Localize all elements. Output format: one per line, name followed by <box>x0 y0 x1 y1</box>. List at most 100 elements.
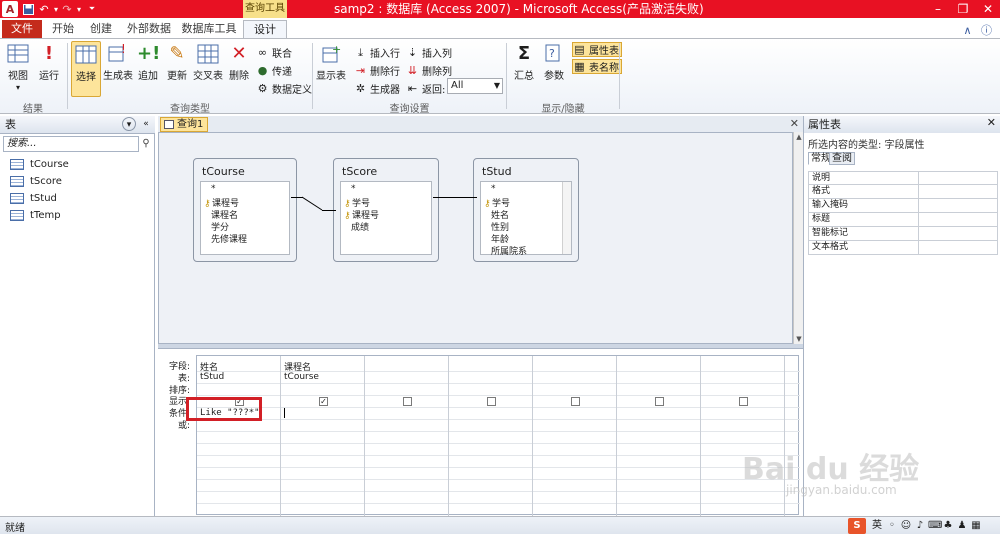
collapse-pane-icon[interactable]: « <box>139 117 153 131</box>
nav-menu-chevron-icon[interactable]: ▾ <box>122 117 136 131</box>
parameters-button[interactable]: ? 参数 <box>541 43 567 82</box>
property-row[interactable]: 标题 <box>808 213 998 227</box>
tab-external-data[interactable]: 外部数据 <box>124 20 174 38</box>
close-property-sheet-icon[interactable]: ✕ <box>987 116 996 129</box>
show-checkbox[interactable] <box>487 397 496 406</box>
delete-query-button[interactable]: ✕ 删除 <box>227 43 251 82</box>
show-checkbox[interactable] <box>403 397 412 406</box>
delete-columns-button[interactable]: ⇊ 删除列 <box>406 63 452 78</box>
view-button[interactable]: 视图 ▾ <box>4 43 32 93</box>
tools-icon[interactable]: ▦ <box>970 518 982 534</box>
insert-columns-button[interactable]: ⇣ 插入列 <box>406 45 452 60</box>
show-checkbox[interactable] <box>655 397 664 406</box>
datasheet-view-icon <box>7 43 29 65</box>
totals-button[interactable]: Σ 汇总 <box>511 43 537 82</box>
crosstab-button[interactable]: 交叉表 <box>193 43 223 82</box>
nav-item-tstud[interactable]: tStud <box>10 190 57 206</box>
field-list[interactable]: * ⚷课程号 课程名 学分 先修课程 <box>200 181 290 255</box>
skin-icon[interactable]: ♣ <box>942 518 954 534</box>
table-cell[interactable]: tCourse <box>284 372 319 382</box>
nav-search-input[interactable]: 搜索... <box>3 136 139 152</box>
keyboard-icon[interactable]: ⌨ <box>928 518 942 534</box>
microphone-icon[interactable]: ♪ <box>914 518 926 534</box>
join-line[interactable] <box>433 197 477 198</box>
ime-language[interactable]: 英 <box>870 518 884 534</box>
field-item[interactable]: 先修课程 <box>211 232 247 245</box>
field-item[interactable]: 所属院系 <box>491 244 527 257</box>
property-row[interactable]: 输入掩码 <box>808 199 998 213</box>
close-document-icon[interactable]: ✕ <box>790 117 799 130</box>
property-row[interactable]: 说明 <box>808 171 998 185</box>
tab-design[interactable]: 设计 <box>243 20 287 38</box>
union-button[interactable]: ∞ 联合 <box>256 45 292 60</box>
tab-file[interactable]: 文件 <box>2 20 42 38</box>
tab-query1[interactable]: 查询1 <box>160 117 208 132</box>
nav-pane-header[interactable]: 表 ▾ « <box>0 116 155 134</box>
field-list[interactable]: * ⚷学号 姓名 性别 年龄 所属院系 <box>480 181 572 257</box>
customize-toolbar-icon[interactable]: ⏷ <box>85 1 99 17</box>
select-query-button[interactable]: 选择 <box>71 41 101 97</box>
show-checkbox[interactable]: ✓ <box>319 397 328 406</box>
ribbon-collapse-icon[interactable]: ∧ <box>963 24 971 37</box>
field-list[interactable]: * ⚷学号 ⚷课程号 成绩 <box>340 181 432 255</box>
join-line[interactable] <box>302 196 324 212</box>
insert-rows-button[interactable]: ⤓ 插入行 <box>354 45 400 61</box>
nav-item-tcourse[interactable]: tCourse <box>10 156 69 172</box>
field-all[interactable]: * <box>491 184 496 194</box>
append-button[interactable]: +! 追加 <box>136 43 160 82</box>
diagram-vertical-scrollbar[interactable]: ▲ ▼ <box>793 132 803 344</box>
property-row[interactable]: 智能标记 <box>808 227 998 241</box>
table-diagram-area[interactable]: tCourse * ⚷课程号 课程名 学分 先修课程 tScore * ⚷学号 … <box>158 132 793 344</box>
minimize-icon[interactable]: – <box>926 0 950 18</box>
property-row[interactable]: 格式 <box>808 185 998 199</box>
grid-column-3[interactable] <box>365 356 449 516</box>
property-grid[interactable]: 说明 格式 输入掩码 标题 智能标记 文本格式 <box>808 171 998 255</box>
field-all[interactable]: * <box>211 184 216 194</box>
field-all[interactable]: * <box>351 184 356 194</box>
punctuation-icon[interactable]: ◦ <box>886 518 898 534</box>
nav-item-ttemp[interactable]: tTemp <box>10 207 61 223</box>
table-icon <box>10 192 24 204</box>
save-icon[interactable] <box>21 1 35 17</box>
field-list-scrollbar[interactable] <box>562 182 571 254</box>
pass-through-button[interactable]: ● 传递 <box>256 63 292 78</box>
table-cell[interactable]: tStud <box>200 372 224 382</box>
make-table-button[interactable]: ! 生成表 <box>103 42 133 82</box>
restore-icon[interactable]: ❐ <box>951 0 975 18</box>
return-select[interactable]: All ▼ <box>447 78 503 94</box>
show-checkbox[interactable] <box>571 397 580 406</box>
field-item[interactable]: 成绩 <box>351 220 369 233</box>
tab-database-tools[interactable]: 数据库工具 <box>180 20 238 38</box>
tab-home[interactable]: 开始 <box>48 20 78 38</box>
table-box-tstud[interactable]: tStud * ⚷学号 姓名 性别 年龄 所属院系 <box>473 158 579 262</box>
update-button[interactable]: ✎ 更新 <box>165 43 189 82</box>
delete-rows-button[interactable]: ⇥ 删除行 <box>354 63 400 78</box>
access-app-icon[interactable]: A <box>2 1 18 17</box>
grid-column-4[interactable] <box>449 356 533 516</box>
close-icon[interactable]: ✕ <box>976 0 1000 18</box>
grid-column-5[interactable] <box>533 356 617 516</box>
query-design-grid[interactable]: 姓名 tStud 课程名 tCourse ✓ ✓ Like "???*" <box>196 355 800 516</box>
table-names-button[interactable]: ▦ 表名称 <box>572 59 622 74</box>
run-button[interactable]: ! 运行 <box>36 43 62 82</box>
shirt-icon[interactable]: ♟ <box>956 518 968 534</box>
search-icon[interactable]: ⚲ <box>140 136 152 152</box>
data-definition-button[interactable]: ⚙ 数据定义 <box>256 81 312 96</box>
emoji-icon[interactable]: ☺ <box>900 518 912 534</box>
nav-item-tscore[interactable]: tScore <box>10 173 62 189</box>
table-box-tcourse[interactable]: tCourse * ⚷课程号 课程名 学分 先修课程 <box>193 158 297 262</box>
redo-dropdown-icon[interactable]: ▾ <box>72 1 86 17</box>
show-checkbox[interactable] <box>739 397 748 406</box>
sogou-ime-icon[interactable]: S <box>848 518 866 534</box>
help-icon[interactable]: ⓘ <box>981 24 992 37</box>
property-row[interactable]: 文本格式 <box>808 241 998 255</box>
table-box-tscore[interactable]: tScore * ⚷学号 ⚷课程号 成绩 <box>333 158 439 262</box>
builder-button[interactable]: ✲ 生成器 <box>354 81 400 96</box>
property-sheet-button[interactable]: ▤ 属性表 <box>572 42 622 57</box>
grid-column-7[interactable] <box>701 356 785 516</box>
show-table-button[interactable]: + 显示表 <box>316 43 346 82</box>
join-line[interactable] <box>322 210 336 211</box>
grid-column-6[interactable] <box>617 356 701 516</box>
tab-lookup[interactable]: 查阅 <box>829 152 855 165</box>
tab-create[interactable]: 创建 <box>86 20 116 38</box>
